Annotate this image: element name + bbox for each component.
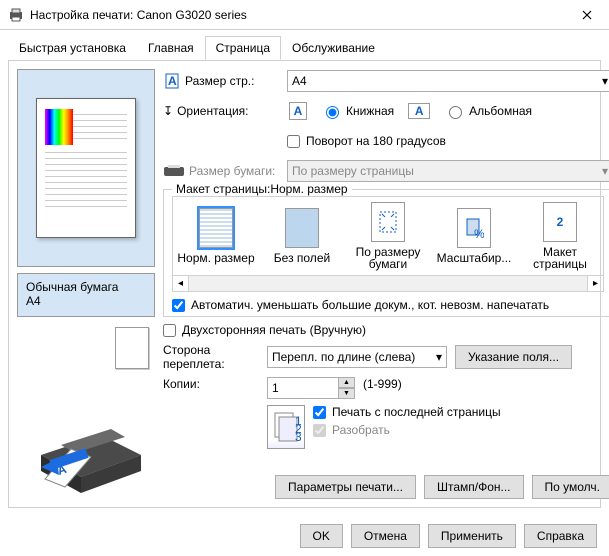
duplex-checkbox[interactable]: Двухсторонняя печать (Вручную) — [163, 323, 609, 337]
chevron-down-icon: ▾ — [602, 74, 608, 88]
scroll-right-button[interactable]: ▸ — [587, 276, 603, 291]
layout-strip: Норм. размер Без полей По размеру бумаги… — [172, 196, 604, 276]
printer-paper-label: Размер бумаги: — [163, 164, 279, 178]
copies-label: Копии: — [163, 377, 259, 391]
paper-size-label: A4 — [26, 294, 146, 308]
chevron-down-icon: ▾ — [436, 350, 442, 364]
defaults-button[interactable]: По умолч. — [532, 475, 609, 499]
portrait-icon: A — [289, 102, 307, 120]
tab-page-setup[interactable]: Страница — [205, 36, 281, 60]
copies-input[interactable] — [267, 377, 339, 399]
copies-down[interactable]: ▼ — [339, 388, 355, 399]
svg-text:3: 3 — [295, 430, 301, 444]
copies-up[interactable]: ▲ — [339, 377, 355, 388]
tab-main[interactable]: Главная — [137, 36, 205, 60]
titlebar: Настройка печати: Canon G3020 series — [0, 0, 609, 30]
layout-group-title: Макет страницы:Норм. размер — [172, 182, 352, 196]
orientation-label: ↧ Ориентация: — [163, 104, 279, 118]
collate-checkbox: Разобрать — [313, 423, 501, 437]
printer-paper-icon — [163, 164, 185, 178]
stamp-button[interactable]: Штамп/Фон... — [424, 475, 524, 499]
copies-spinner[interactable]: ▲▼ — [267, 377, 355, 399]
copies-icon: 123 — [267, 405, 305, 449]
help-button[interactable]: Справка — [524, 524, 597, 548]
tab-maintenance[interactable]: Обслуживание — [281, 36, 386, 60]
page-size-icon: A — [163, 72, 181, 90]
layout-item-pagelayout[interactable]: 2Макет страницы — [517, 197, 603, 275]
print-options-button[interactable]: Параметры печати... — [275, 475, 416, 499]
cancel-button[interactable]: Отмена — [351, 524, 420, 548]
paper-caption: Обычная бумага A4 — [17, 273, 155, 317]
landscape-icon: A — [408, 103, 430, 119]
tab-bar: Быстрая установка Главная Страница Обслу… — [0, 30, 609, 61]
layout-item-fit[interactable]: По размеру бумаги — [345, 197, 431, 275]
tab-panel-page: Обычная бумага A4 A A Размер стр.: — [8, 60, 601, 508]
layout-item-scaled[interactable]: %Масштабир... — [431, 197, 517, 275]
layout-item-borderless[interactable]: Без полей — [259, 197, 345, 275]
svg-text:%: % — [474, 227, 484, 240]
sheet-preview — [115, 327, 149, 369]
printer-illustration: A — [17, 379, 155, 499]
page-size-label: A Размер стр.: — [163, 72, 279, 90]
ok-button[interactable]: OK — [300, 524, 343, 548]
printer-icon — [8, 7, 24, 23]
paper-type-label: Обычная бумага — [26, 280, 146, 294]
orientation-landscape-radio[interactable]: Альбомная — [444, 103, 532, 119]
copies-range: (1-999) — [363, 377, 402, 391]
layout-item-normal[interactable]: Норм. размер — [173, 197, 259, 275]
auto-reduce-checkbox[interactable]: Автоматич. уменьшать большие докум., кот… — [172, 298, 604, 312]
page-preview — [17, 69, 155, 267]
window-title: Настройка печати: Canon G3020 series — [30, 8, 564, 22]
orientation-icon: ↧ — [163, 104, 173, 118]
layout-group: Макет страницы:Норм. размер Норм. размер… — [163, 189, 609, 317]
tab-quick-setup[interactable]: Быстрая установка — [8, 36, 137, 60]
rotate-180-checkbox[interactable]: Поворот на 180 градусов — [287, 134, 446, 148]
scroll-track[interactable] — [189, 276, 587, 291]
scroll-left-button[interactable]: ◂ — [173, 276, 189, 291]
print-last-first-checkbox[interactable]: Печать с последней страницы — [313, 405, 501, 419]
page-size-select[interactable]: A4 ▾ — [287, 70, 609, 92]
svg-text:A: A — [168, 74, 177, 88]
close-button[interactable] — [564, 0, 609, 30]
chevron-down-icon: ▾ — [602, 164, 608, 178]
apply-button[interactable]: Применить — [428, 524, 516, 548]
orientation-portrait-radio[interactable]: Книжная — [321, 103, 394, 119]
layout-scrollbar[interactable]: ◂ ▸ — [172, 276, 604, 292]
dialog-button-row: OK Отмена Применить Справка — [0, 516, 609, 556]
margin-button[interactable]: Указание поля... — [455, 345, 572, 369]
binding-label: Сторона переплета: — [163, 343, 259, 371]
printer-paper-select: По размеру страницы ▾ — [287, 160, 609, 182]
binding-select[interactable]: Перепл. по длине (слева)▾ — [267, 346, 447, 368]
